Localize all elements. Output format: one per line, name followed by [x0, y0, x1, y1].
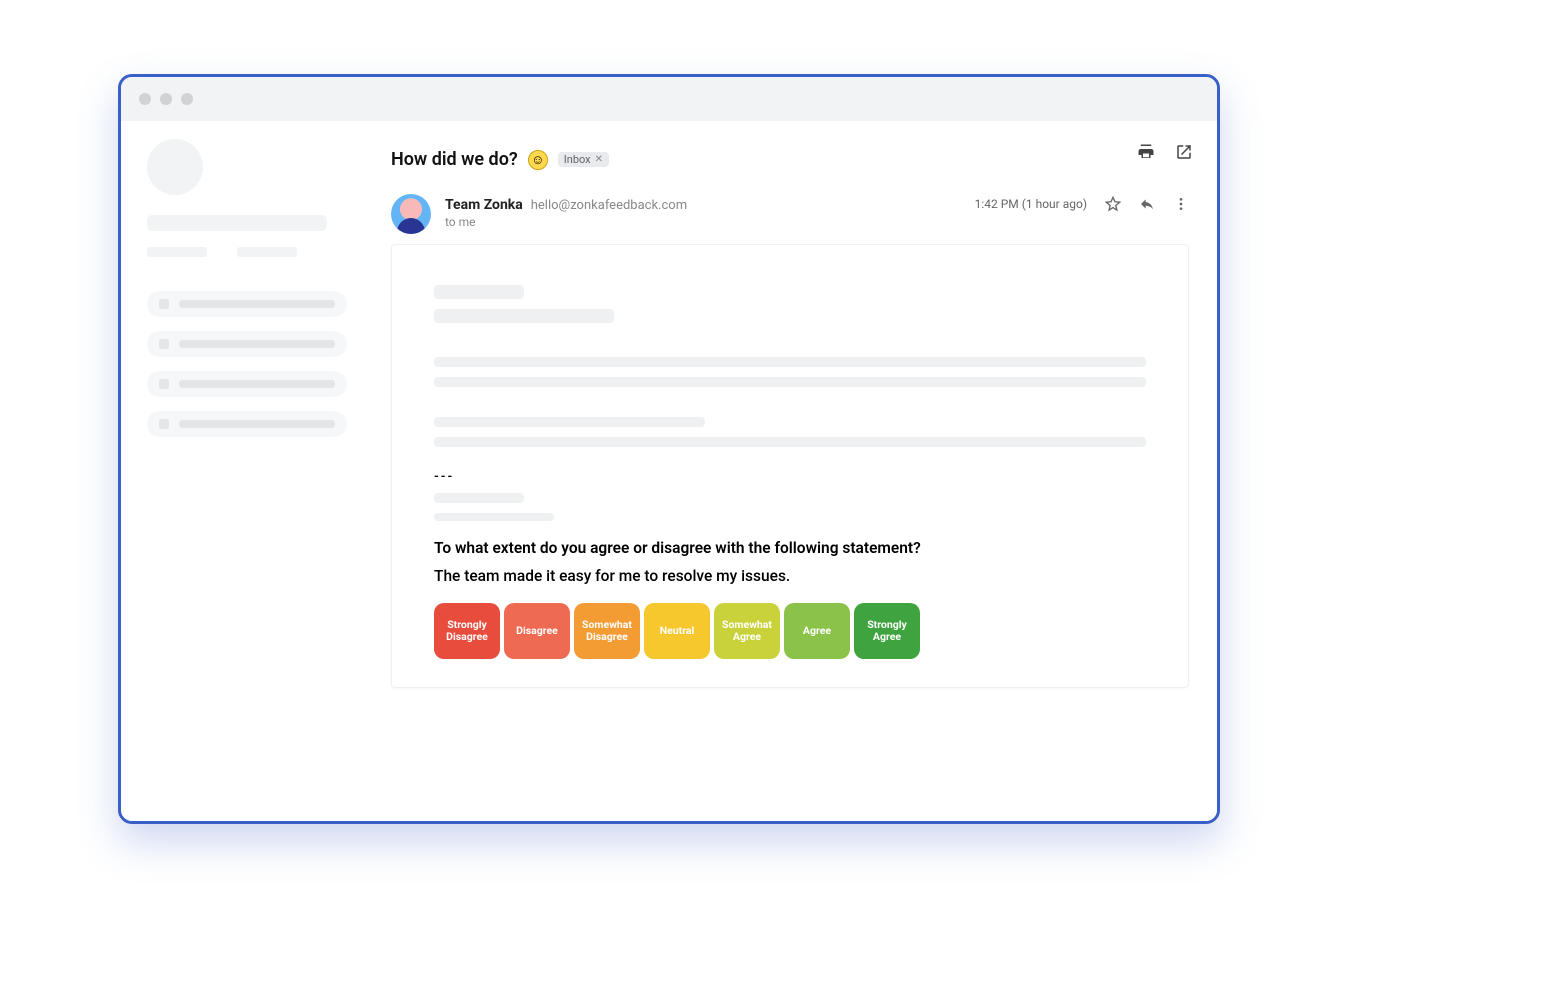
likert-option-6[interactable]: Agree: [784, 603, 850, 659]
body-placeholder-line: [434, 417, 705, 427]
survey-question: To what extent do you agree or disagree …: [434, 539, 1146, 557]
email-main: How did we do? ☺ Inbox ✕ Team Zonka hell…: [381, 121, 1217, 821]
body-placeholder-line: [434, 309, 614, 323]
more-vertical-icon[interactable]: [1173, 196, 1189, 212]
label-chip-inbox[interactable]: Inbox ✕: [558, 152, 609, 167]
body-placeholder-line: [434, 285, 524, 299]
email-timestamp: 1:42 PM (1 hour ago): [975, 197, 1087, 211]
signature-placeholder-line: [434, 493, 524, 503]
email-subject: How did we do?: [391, 149, 518, 170]
body-placeholder-line: [434, 357, 1146, 367]
email-body-card: --- To what extent do you agree or disag…: [391, 244, 1189, 688]
app-logo-placeholder: [147, 139, 203, 195]
content-divider: ---: [434, 469, 1146, 483]
likert-scale: Strongly DisagreeDisagreeSomewhat Disagr…: [434, 603, 1146, 659]
sender-email[interactable]: hello@zonkafeedback.com: [531, 198, 687, 213]
sidebar-heading-placeholder: [147, 215, 327, 231]
recipient-line[interactable]: to me: [445, 215, 687, 229]
survey-statement: The team made it easy for me to resolve …: [434, 567, 1146, 585]
window-maximize-dot[interactable]: [181, 93, 193, 105]
sidebar-item-placeholder[interactable]: [147, 411, 347, 437]
window-minimize-dot[interactable]: [160, 93, 172, 105]
reply-icon[interactable]: [1139, 196, 1155, 212]
sender-name[interactable]: Team Zonka: [445, 197, 523, 213]
close-icon[interactable]: ✕: [595, 154, 603, 165]
sidebar: [121, 121, 381, 821]
likert-option-5[interactable]: Somewhat Agree: [714, 603, 780, 659]
signature-placeholder-line: [434, 513, 554, 521]
body-placeholder-line: [434, 437, 1146, 447]
likert-option-4[interactable]: Neutral: [644, 603, 710, 659]
sidebar-sub-placeholder: [147, 247, 207, 257]
likert-option-1[interactable]: Strongly Disagree: [434, 603, 500, 659]
smiley-emoji-icon: ☺: [528, 150, 548, 170]
window-title-bar: [121, 77, 1217, 121]
likert-option-7[interactable]: Strongly Agree: [854, 603, 920, 659]
window-close-dot[interactable]: [139, 93, 151, 105]
browser-window: How did we do? ☺ Inbox ✕ Team Zonka hell…: [118, 74, 1220, 824]
label-chip-text: Inbox: [564, 153, 591, 166]
print-icon[interactable]: [1137, 143, 1155, 161]
sidebar-item-placeholder[interactable]: [147, 331, 347, 357]
likert-option-2[interactable]: Disagree: [504, 603, 570, 659]
sidebar-item-placeholder[interactable]: [147, 371, 347, 397]
sidebar-item-placeholder[interactable]: [147, 291, 347, 317]
sidebar-sub-placeholder: [237, 247, 297, 257]
sender-avatar[interactable]: [391, 194, 431, 234]
open-new-window-icon[interactable]: [1175, 143, 1193, 161]
likert-option-3[interactable]: Somewhat Disagree: [574, 603, 640, 659]
star-icon[interactable]: [1105, 196, 1121, 212]
body-placeholder-line: [434, 377, 1146, 387]
